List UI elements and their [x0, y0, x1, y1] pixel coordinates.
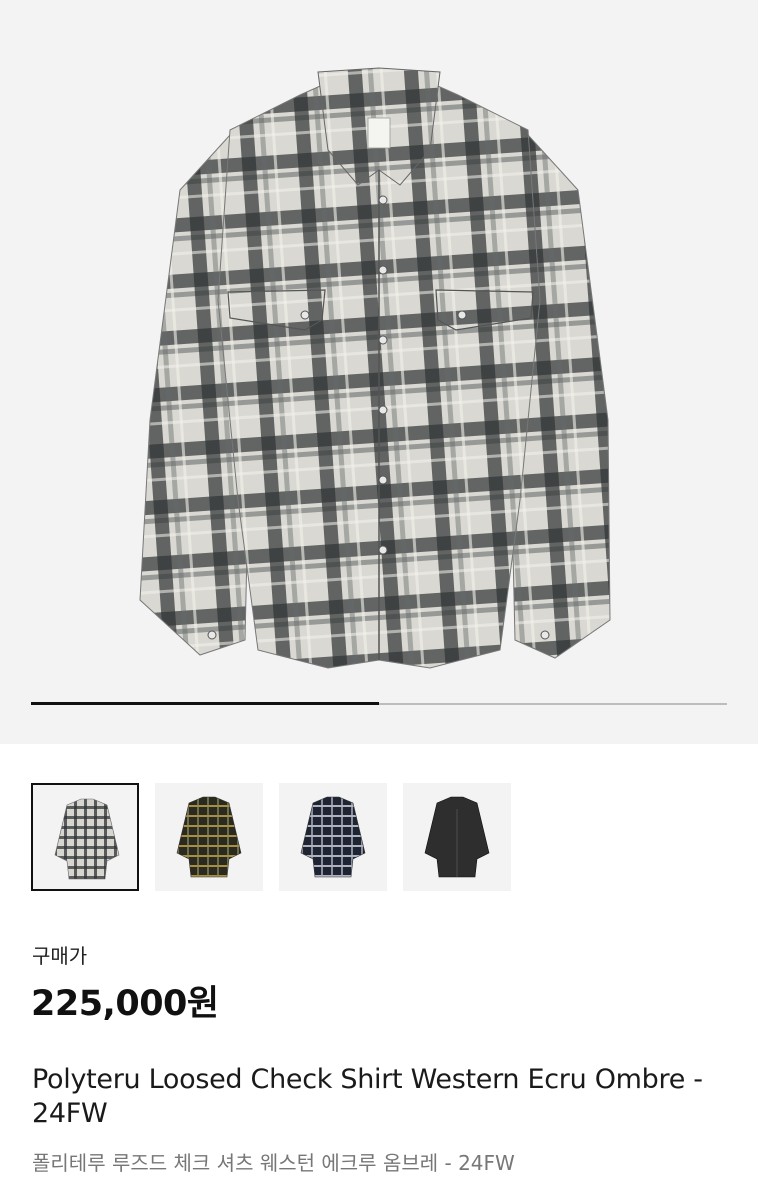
thumbnail-strip	[31, 783, 731, 892]
product-title-en: Polyteru Loosed Check Shirt Western Ecru…	[32, 1064, 703, 1129]
shirt-thumbnail-icon	[54, 798, 120, 880]
price-label: 구매가	[32, 944, 88, 968]
shirt-thumbnail-icon	[300, 796, 366, 878]
shirt-thumbnail-icon	[176, 796, 242, 878]
product-image-carousel[interactable]	[0, 0, 758, 744]
product-main-image	[139, 67, 611, 669]
thumbnail-navy[interactable]	[279, 783, 387, 891]
thumbnail-ecru-ombre[interactable]	[31, 783, 139, 891]
carousel-progress-bar	[31, 702, 727, 705]
thumbnail-charcoal[interactable]	[403, 783, 511, 891]
product-price: 225,000원	[31, 984, 219, 1024]
carousel-progress-fill	[31, 702, 379, 705]
product-title-ko: 폴리테루 루즈드 체크 셔츠 웨스턴 에크루 옴브레 - 24FW	[32, 1151, 515, 1175]
shirt-thumbnail-icon	[424, 796, 490, 878]
thumbnail-olive[interactable]	[155, 783, 263, 891]
